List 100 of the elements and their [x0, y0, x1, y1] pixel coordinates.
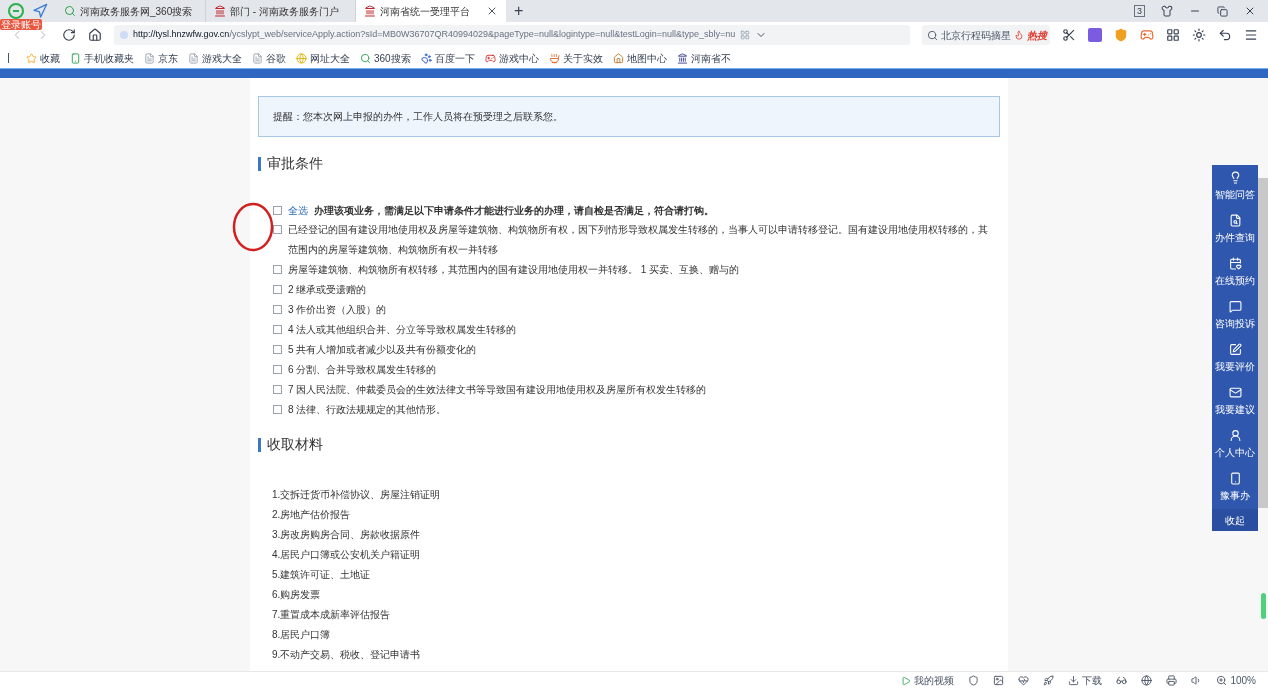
- zoom-button[interactable]: 100%: [1230, 673, 1256, 688]
- condition-text: 3 作价出资（入股）的: [288, 303, 388, 317]
- condition-checkbox[interactable]: [273, 325, 282, 334]
- emblem-icon: [676, 52, 688, 64]
- browser-tab[interactable]: 河南省统一受理平台: [356, 0, 506, 22]
- condition-text: 8 法律、行政法规规定的其他情形。: [288, 403, 448, 417]
- grid-icon[interactable]: [1166, 28, 1180, 42]
- collapse-button[interactable]: 收起: [1212, 509, 1258, 531]
- bookmark-item[interactable]: 游戏中心: [498, 50, 539, 66]
- condition-text: 7 因人民法院、仲裁委员会的生效法律文书等导致国有建设用地使用权及房屋所有权发生转移的: [288, 383, 708, 397]
- bookmark-item[interactable]: 收藏: [40, 50, 60, 66]
- page-icon: [252, 52, 263, 64]
- bookmark-item[interactable]: 360搜索: [374, 50, 411, 66]
- restore-icon[interactable]: [1217, 5, 1228, 17]
- search-icon: [360, 52, 371, 64]
- close-icon[interactable]: [1244, 5, 1256, 17]
- condition-checkbox[interactable]: [273, 345, 282, 354]
- menu-icon[interactable]: [1244, 28, 1258, 42]
- side-menu-item[interactable]: 个人中心: [1215, 445, 1255, 460]
- bookmark-item[interactable]: 地图中心: [626, 50, 667, 66]
- my-videos-button[interactable]: 我的视频: [914, 673, 955, 688]
- side-menu-item[interactable]: 豫事办: [1220, 488, 1250, 503]
- bookmark-item[interactable]: 百度一下: [434, 50, 475, 66]
- tab-count-badge[interactable]: 3: [1134, 5, 1145, 17]
- side-menu-item[interactable]: 我要评价: [1215, 359, 1255, 374]
- calendar-icon: [1228, 257, 1242, 270]
- shield-icon[interactable]: [1114, 28, 1128, 42]
- home-icon[interactable]: [88, 28, 102, 42]
- reload-icon[interactable]: [62, 28, 76, 42]
- material-item: 7.重置成本成新率评估报告: [272, 608, 392, 622]
- hot-label: 热搜: [1027, 28, 1047, 43]
- condition-checkbox[interactable]: [273, 385, 282, 394]
- material-item: 1.交拆迁货币补偿协议、房屋注销证明: [272, 488, 442, 502]
- chat-icon: [1228, 300, 1242, 313]
- material-item: 8.居民户口簿: [272, 628, 332, 642]
- condition-text: 房屋等建筑物、构筑物所有权转移，其范围内的国有建设用地使用权一并转移。 1 买卖、互换、赠与的: [288, 263, 741, 277]
- gamepad-icon[interactable]: [1140, 28, 1154, 42]
- new-tab-button[interactable]: +: [506, 0, 532, 22]
- search-icon: [927, 29, 938, 41]
- navigation-icon[interactable]: [32, 3, 48, 19]
- printer-icon[interactable]: [1166, 675, 1178, 686]
- shirt-icon[interactable]: [1161, 5, 1173, 17]
- bookmark-item[interactable]: 网址大全: [310, 50, 350, 66]
- material-item: 3.房改房购房合同、房款收据原件: [272, 528, 422, 542]
- condition-checkbox[interactable]: [273, 365, 282, 374]
- condition-checkbox[interactable]: [273, 405, 282, 414]
- material-item: 6.购房发票: [272, 588, 322, 602]
- bookmark-item[interactable]: 游戏大全: [202, 50, 242, 66]
- close-icon[interactable]: [486, 5, 498, 17]
- glasses-icon[interactable]: [1116, 675, 1128, 686]
- document-search-icon: [1228, 214, 1242, 227]
- side-menu-item[interactable]: 在线预约: [1215, 273, 1255, 288]
- search-field[interactable]: 北京行程码摘星 热搜: [922, 25, 1050, 45]
- select-all-link[interactable]: 全选: [288, 202, 308, 218]
- scissors-icon[interactable]: [1062, 28, 1076, 42]
- condition-checkbox[interactable]: [273, 305, 282, 314]
- user-icon: [1228, 429, 1242, 442]
- condition-text: 4 法人或其他组织合并、分立等导致权属发生转移的: [288, 323, 518, 337]
- login-badge[interactable]: 登录账号: [0, 19, 42, 30]
- material-item: 2.房地产估价报告: [272, 508, 352, 522]
- condition-text: 5 共有人增加或者减少以及共有份额变化的: [288, 343, 478, 357]
- condition-text: 已经登记的国有建设用地使用权及房屋等建筑物、构筑物所有权，因下列情形导致权属发生转移的，当事人可以申请转移登记。国有建设用地使用权转移的，其范围内的房屋等建筑物、构筑物所有权一并转移: [288, 223, 989, 257]
- bookmark-item[interactable]: 手机收藏夹: [84, 50, 134, 66]
- shield-icon[interactable]: [968, 675, 980, 686]
- heart-icon[interactable]: [1018, 675, 1030, 686]
- condition-checkbox[interactable]: [273, 265, 282, 274]
- condition-text: 6 分割、合并导致权属发生转移的: [288, 363, 438, 377]
- tab-title: 河南政务服务网_360搜索: [80, 4, 194, 19]
- page-icon: [188, 52, 199, 64]
- emblem-icon: [364, 5, 376, 17]
- address-field[interactable]: http://tysl.hnzwfw.gov.cn/ycslypt_web/serviceApply.action?sId=MB0W36707QR40994029&pageType=null&logintype=null&testLogin=null&type_sbly=nu: [114, 25, 910, 45]
- bookmark-item[interactable]: 关于实效: [562, 50, 603, 66]
- emblem-icon: [214, 5, 226, 17]
- download-button[interactable]: 下载: [1082, 673, 1103, 688]
- condition-checkbox[interactable]: [273, 285, 282, 294]
- side-menu-item[interactable]: 我要建议: [1215, 402, 1255, 417]
- bookmark-item[interactable]: 河南省不: [690, 50, 731, 66]
- scrollbar[interactable]: [1258, 178, 1268, 508]
- side-menu-item[interactable]: 办件查询: [1215, 230, 1255, 245]
- image-icon[interactable]: [993, 675, 1005, 686]
- notice-banner: 提醒：您本次网上申报的办件，工作人员将在预受理之后联系您。: [258, 96, 1000, 137]
- brightness-icon[interactable]: [1192, 28, 1206, 42]
- select-all-checkbox[interactable]: [273, 205, 282, 215]
- phone-icon: [1228, 472, 1242, 485]
- rocket-icon[interactable]: [1043, 675, 1055, 686]
- undo-icon[interactable]: [1218, 28, 1232, 42]
- phone-icon: [70, 52, 81, 64]
- side-menu-item[interactable]: 智能问答: [1215, 187, 1255, 202]
- globe-icon[interactable]: [1141, 675, 1153, 686]
- scroll-progress-icon: [1261, 593, 1266, 619]
- page-icon: [144, 52, 155, 64]
- url-text: http://tysl.hnzwfw.gov.cn/ycslypt_web/serviceApply.action?sId=MB0W36707QR40994029&pageType=null&logintype=null&testLogin=null&type_sbly=nu: [133, 28, 736, 42]
- side-menu-item[interactable]: 咨询投诉: [1215, 316, 1255, 331]
- condition-checkbox[interactable]: [273, 225, 282, 234]
- gamepad-icon: [484, 52, 496, 64]
- bookmark-item[interactable]: 谷歌: [266, 50, 286, 66]
- tab-title: 河南省统一受理平台: [380, 4, 471, 19]
- paw-icon: [420, 52, 432, 64]
- star-icon: [26, 52, 37, 64]
- bookmark-item[interactable]: 京东: [158, 50, 178, 66]
